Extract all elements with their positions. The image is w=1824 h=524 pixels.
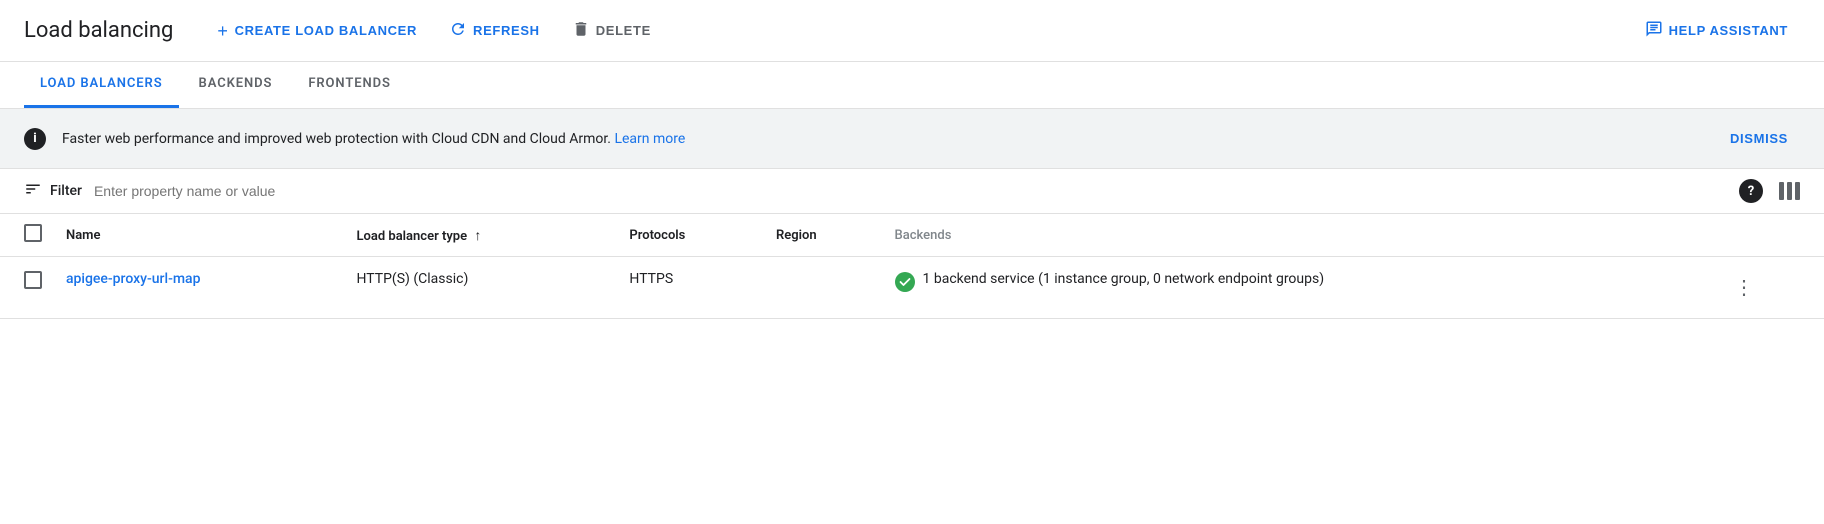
load-balancers-table: Name Load balancer type ↑ Protocols Regi… (0, 214, 1824, 319)
filter-icon-group: Filter (24, 180, 82, 202)
col-name: Name (54, 214, 344, 257)
table-row: apigee-proxy-url-map HTTP(S) (Classic) H… (0, 257, 1824, 319)
row-more-cell: ⋮ (1714, 257, 1824, 319)
help-assistant-icon (1645, 20, 1663, 41)
col-region: Region (764, 214, 883, 257)
refresh-icon (449, 20, 467, 41)
lb-name-link[interactable]: apigee-proxy-url-map (66, 271, 200, 287)
row-name-cell: apigee-proxy-url-map (54, 257, 344, 319)
row-backends-cell: 1 backend service (1 instance group, 0 n… (883, 257, 1714, 319)
filter-input[interactable] (94, 183, 1727, 199)
tab-frontends[interactable]: FRONTENDS (292, 62, 407, 108)
filter-actions: ? (1739, 179, 1800, 203)
sort-icon: ↑ (474, 227, 481, 244)
delete-button[interactable]: DELETE (560, 12, 663, 49)
info-banner: i Faster web performance and improved we… (0, 109, 1824, 168)
col-protocols: Protocols (617, 214, 764, 257)
tabs-bar: LOAD BALANCERS BACKENDS FRONTENDS (0, 62, 1824, 109)
row-protocols-cell: HTTPS (617, 257, 764, 319)
backend-status: 1 backend service (1 instance group, 0 n… (895, 271, 1702, 292)
page-header: Load balancing + CREATE LOAD BALANCER RE… (0, 0, 1824, 62)
filter-help-icon[interactable]: ? (1739, 179, 1763, 203)
create-load-balancer-button[interactable]: + CREATE LOAD BALANCER (205, 14, 429, 48)
filter-label: Filter (50, 183, 82, 199)
col-type[interactable]: Load balancer type ↑ (344, 214, 617, 257)
banner-text: Faster web performance and improved web … (62, 131, 1702, 147)
more-icon: ⋮ (1734, 275, 1754, 300)
filter-bar: Filter ? (0, 169, 1824, 214)
row-checkbox[interactable] (24, 271, 42, 289)
row-region-cell (764, 257, 883, 319)
tab-load-balancers[interactable]: LOAD BALANCERS (24, 62, 179, 108)
row-type-cell: HTTP(S) (Classic) (344, 257, 617, 319)
more-options-button[interactable]: ⋮ (1726, 271, 1762, 304)
backend-ok-icon (895, 272, 915, 292)
page-title: Load balancing (24, 18, 173, 43)
dismiss-button[interactable]: DISMISS (1718, 123, 1800, 154)
header-actions: + CREATE LOAD BALANCER REFRESH DELETE (205, 12, 663, 49)
table-header-row: Name Load balancer type ↑ Protocols Regi… (0, 214, 1824, 257)
plus-icon: + (217, 22, 228, 40)
header-checkbox[interactable] (24, 224, 42, 242)
col-actions (1714, 214, 1824, 257)
row-checkbox-cell (0, 257, 54, 319)
col-backends: Backends (883, 214, 1714, 257)
info-icon: i (24, 128, 46, 150)
help-assistant-button[interactable]: HELP ASSISTANT (1633, 12, 1800, 49)
col-checkbox (0, 214, 54, 257)
columns-toggle-icon[interactable] (1779, 182, 1800, 200)
tab-backends[interactable]: BACKENDS (183, 62, 289, 108)
filter-icon (24, 180, 42, 202)
delete-icon (572, 20, 590, 41)
refresh-button[interactable]: REFRESH (437, 12, 552, 49)
learn-more-link[interactable]: Learn more (614, 131, 685, 147)
